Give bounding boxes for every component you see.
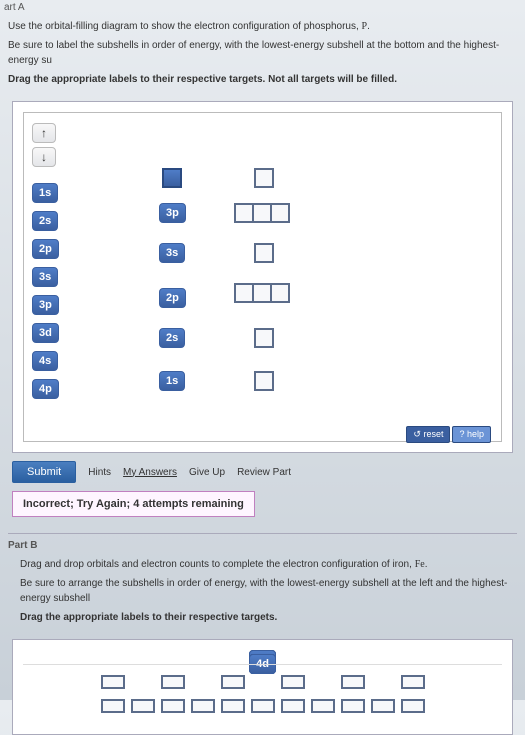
palette-2s[interactable]: 2s [32,211,58,231]
element-symbol-fe: Fe [415,559,425,570]
review-part-link[interactable]: Review Part [237,467,291,478]
my-answers-link[interactable]: My Answers [123,467,177,478]
pb-canvas[interactable] [23,664,502,724]
arrow-down-chip[interactable]: ↓ [32,147,56,167]
part-b-label: Part B [0,538,525,553]
palette-2p[interactable]: 2p [32,239,59,259]
placed-3p[interactable]: 3p [159,203,186,223]
help-button[interactable]: ? help [452,426,491,443]
palette-4s[interactable]: 4s [32,351,58,371]
instr1-prefix: Use the orbital-filling diagram to show … [8,21,362,32]
pb-slot-7a[interactable] [281,675,305,689]
feedback-box: Incorrect; Try Again; 4 attempts remaini… [12,491,255,517]
palette-1s[interactable]: 1s [32,183,58,203]
pb-slot-10[interactable] [371,699,395,713]
submit-button[interactable]: Submit [12,461,76,483]
pb-slot-9b[interactable] [341,699,365,713]
divider [8,533,517,534]
placed-1s[interactable]: 1s [159,371,185,391]
pb-slot-8[interactable] [311,699,335,713]
pb-instr1-prefix: Drag and drop orbitals and electron coun… [20,559,415,570]
placed-3s[interactable]: 3s [159,243,185,263]
orbital-box-filled[interactable] [162,168,182,188]
palette-3p[interactable]: 3p [32,295,59,315]
pb-slot-2[interactable] [131,699,155,713]
part-a-instructions: Use the orbital-filling diagram to show … [0,15,525,95]
placed-2p[interactable]: 2p [159,288,186,308]
pb-slot-7b[interactable] [281,699,305,713]
orbital-box-2[interactable] [254,328,274,348]
pb-slot-11a[interactable] [401,675,425,689]
arrow-up-chip[interactable]: ↑ [32,123,56,143]
part-a-workarea: ↑ ↓ 1s 2s 2p 3s 3p 3d 4s 4p 3p 3s 2p 2s … [12,101,513,453]
pb-instr3: Drag the appropriate labels to their res… [20,610,517,625]
pb-slot-9a[interactable] [341,675,365,689]
placed-2s[interactable]: 2s [159,328,185,348]
pb-slot-1b[interactable] [101,699,125,713]
orbital-box-4[interactable] [254,243,274,263]
palette-3d[interactable]: 3d [32,323,59,343]
orbital-tri-3[interactable] [236,283,290,303]
pb-instr2: Be sure to arrange the subshells in orde… [20,576,517,606]
part-b-workarea: 1 2 3 4 5 6 7 8 9 10 1s 2s 3s 4s 5s 2p 3… [12,639,513,735]
pb-slot-4[interactable] [191,699,215,713]
instr1-suffix: . [367,21,370,32]
orbital-box-1[interactable] [254,371,274,391]
give-up-link[interactable]: Give Up [189,467,225,478]
palette-3s[interactable]: 3s [32,267,58,287]
pb-slot-3a[interactable] [161,675,185,689]
part-b-instructions: Drag and drop orbitals and electron coun… [0,553,525,633]
orbital-box-6[interactable] [254,168,274,188]
pb-slot-5a[interactable] [221,675,245,689]
pb-slot-3b[interactable] [161,699,185,713]
pb-instr1-suffix: . [425,559,428,570]
part-a-label: art A [0,0,525,15]
pb-slot-5b[interactable] [221,699,245,713]
palette-4p[interactable]: 4p [32,379,59,399]
instr2: Be sure to label the subshells in order … [8,38,517,68]
instr3: Drag the appropriate labels to their res… [8,72,517,87]
pb-slot-6[interactable] [251,699,275,713]
hints-link[interactable]: Hints [88,467,111,478]
pb-slot-11b[interactable] [401,699,425,713]
control-bar: ↺ reset ? help [406,426,491,443]
orbital-tri-5[interactable] [236,203,290,223]
orbital-canvas[interactable]: ↑ ↓ 1s 2s 2p 3s 3p 3d 4s 4p 3p 3s 2p 2s … [23,112,502,442]
reset-button[interactable]: ↺ reset [406,426,450,443]
action-row: Submit Hints My Answers Give Up Review P… [12,461,513,483]
pb-slot-1a[interactable] [101,675,125,689]
